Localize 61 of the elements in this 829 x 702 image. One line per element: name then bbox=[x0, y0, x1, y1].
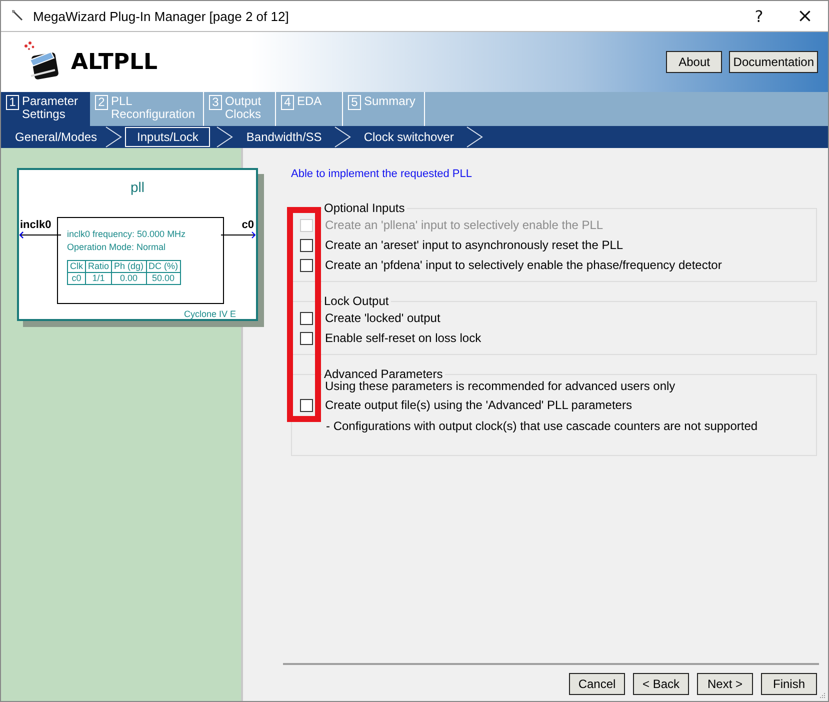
wand-icon bbox=[11, 9, 25, 23]
option-label: Create an 'areset' input to asynchronously reset the PLL bbox=[325, 238, 624, 252]
footnote: - Configurations with output clock(s) that use cascade counters are not supported bbox=[326, 419, 759, 433]
help-button[interactable]: ? bbox=[736, 1, 782, 31]
checkbox[interactable] bbox=[300, 332, 313, 344]
tab-label: PLL Reconfiguration bbox=[111, 95, 196, 121]
group-title: Optional Inputs bbox=[323, 201, 406, 215]
tab-label: Output Clocks bbox=[225, 95, 262, 121]
step-link[interactable]: Inputs/Lock bbox=[125, 127, 210, 147]
checkbox[interactable] bbox=[300, 258, 313, 272]
chevron-icon bbox=[334, 126, 352, 148]
tab-number: 4 bbox=[281, 95, 294, 110]
footer-button[interactable]: Cancel bbox=[569, 673, 625, 695]
header-button[interactable]: Documentation bbox=[729, 51, 818, 73]
footer-button[interactable]: Finish bbox=[761, 673, 817, 695]
table-header: Ph (dg) bbox=[112, 260, 146, 272]
group-title: Lock Output bbox=[323, 294, 390, 308]
checkbox[interactable] bbox=[300, 312, 313, 324]
tab-label: EDA bbox=[297, 95, 322, 108]
tab-number: 3 bbox=[209, 95, 222, 110]
info-text: inclk0 frequency: 50.000 MHz bbox=[67, 228, 187, 241]
window-title: MegaWizard Plug-In Manager [page 2 of 12] bbox=[33, 8, 289, 24]
table-cell: c0 bbox=[68, 272, 86, 284]
header-button[interactable]: About bbox=[666, 51, 722, 73]
info-text: Operation Mode: Normal bbox=[67, 241, 167, 254]
product-title: ALTPLL bbox=[71, 50, 158, 74]
close-button[interactable]: × bbox=[782, 1, 828, 31]
tab-number: 5 bbox=[348, 95, 361, 110]
tab-number: 1 bbox=[6, 95, 19, 110]
table-cell: 50.00 bbox=[146, 272, 181, 284]
tab-label: Parameter Settings bbox=[22, 95, 78, 121]
chevron-icon bbox=[466, 126, 484, 148]
group-note: Using these parameters is recommended for advanced users only bbox=[325, 379, 676, 393]
table-header: Clk bbox=[68, 260, 86, 272]
table-cell: 1/1 bbox=[86, 272, 112, 284]
option-label: Create an 'pllena' input to selectively enable the PLL bbox=[325, 218, 604, 232]
table-header: DC (%) bbox=[146, 260, 181, 272]
status-message: Able to implement the requested PLL bbox=[291, 168, 474, 180]
chevron-icon bbox=[216, 126, 234, 148]
wizard-tab[interactable]: 1 Parameter Settings bbox=[1, 92, 90, 126]
device-label: Cyclone IV E bbox=[184, 309, 236, 319]
footer-button[interactable]: < Back bbox=[633, 673, 689, 695]
option-label: Create 'locked' output bbox=[325, 311, 440, 325]
option-label: Create an 'pfdena' input to selectively enable the phase/frequency detector bbox=[325, 258, 722, 272]
port-label: inclk0 bbox=[20, 219, 52, 231]
tab-label: Summary bbox=[364, 95, 416, 108]
step-link[interactable]: Bandwidth/SS bbox=[240, 128, 328, 146]
checkbox[interactable] bbox=[300, 398, 313, 412]
table-cell: 0.00 bbox=[112, 272, 146, 284]
step-link[interactable]: Clock switchover bbox=[358, 128, 460, 146]
group-title: Advanced Parameters bbox=[323, 367, 444, 381]
block-title: pll bbox=[129, 179, 146, 195]
option-label: Create output file(s) using the 'Advanced' PLL parameters bbox=[325, 398, 632, 412]
option-label: Enable self-reset on loss lock bbox=[325, 331, 482, 345]
checkbox[interactable] bbox=[300, 238, 313, 252]
chevron-icon bbox=[105, 126, 124, 148]
footer-button[interactable]: Next > bbox=[697, 673, 753, 695]
step-link[interactable]: General/Modes bbox=[9, 128, 104, 146]
table-header: Ratio bbox=[86, 260, 112, 272]
port-label: c0 bbox=[242, 219, 254, 231]
tab-number: 2 bbox=[95, 95, 108, 110]
